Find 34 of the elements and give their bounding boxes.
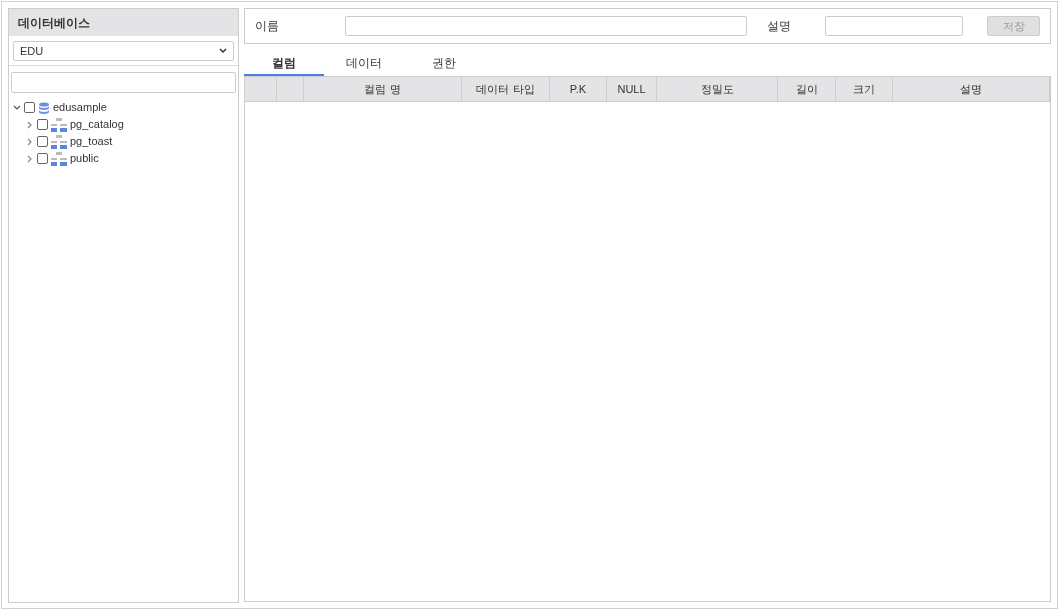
tree-item-label[interactable]: pg_toast (70, 133, 113, 150)
schema-icon (51, 151, 67, 166)
collapse-caret-icon[interactable] (26, 154, 34, 163)
checkbox[interactable] (37, 136, 48, 147)
collapse-caret-icon[interactable] (26, 120, 34, 129)
checkbox[interactable] (37, 119, 48, 130)
column-header: 정밀도 (657, 77, 778, 101)
column-header: 크기 (836, 77, 893, 101)
database-icon (38, 101, 50, 114)
search-field[interactable] (11, 71, 236, 93)
column-header: P.K (550, 77, 607, 101)
database-select[interactable]: EDU (13, 41, 234, 61)
column-header: 컬럼 명 (304, 77, 462, 101)
tree-item-label[interactable]: edusample (53, 99, 107, 116)
sidebar-title: 데이터베이스 (18, 14, 90, 32)
tab[interactable]: 권한 (404, 52, 484, 76)
name-label: 이름 (255, 18, 280, 35)
tree-item-label[interactable]: public (70, 150, 99, 167)
tab[interactable]: 데이터 (324, 52, 404, 76)
expand-caret-icon[interactable] (13, 103, 21, 112)
collapse-caret-icon[interactable] (26, 137, 34, 146)
tree-item-label[interactable]: pg_catalog (70, 116, 124, 133)
checkbox[interactable] (24, 102, 35, 113)
schema-icon (51, 117, 67, 132)
column-header: 데이터 타입 (462, 77, 550, 101)
description-label: 설명 (767, 18, 792, 35)
column-header: 길이 (778, 77, 836, 101)
description-field[interactable] (825, 16, 963, 36)
column-header: 설명 (893, 77, 1050, 101)
name-field[interactable] (345, 16, 747, 36)
checkbox[interactable] (37, 153, 48, 164)
column-header: NULL (607, 77, 657, 101)
schema-icon (51, 134, 67, 149)
chevron-down-icon (219, 48, 227, 54)
